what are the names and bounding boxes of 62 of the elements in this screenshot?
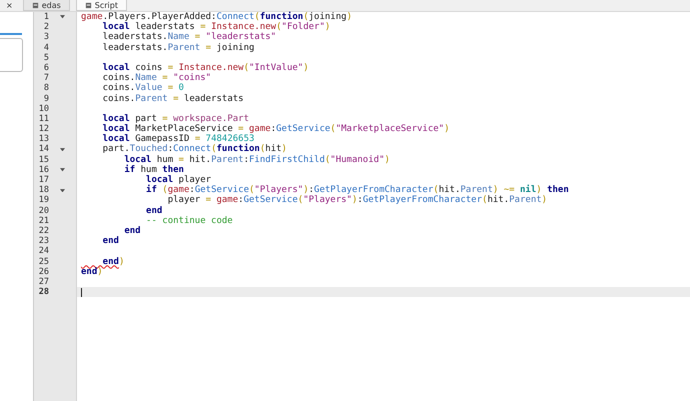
fold-arrow-icon[interactable] [60,15,65,19]
document-icon [84,2,92,8]
code-line: leaderstats.Name = "leaderstats" [102,32,276,43]
line-number: 9 [42,94,49,104]
line-number: 22 [38,226,49,236]
code-line: local hum = hit.Parent:FindFirstChild("Humanoid") [123,154,390,165]
code-line: if (game:GetService("Players"):GetPlayerFromCharacter(hit.Parent) ~= nil) then [145,185,569,196]
code-line: end [145,206,162,216]
line-number: 6 [42,62,49,74]
code-line: local coins = Instance.new("IntValue") [102,62,309,73]
line-number: 10 [38,104,49,114]
line-number: 7 [42,73,49,84]
code-line: -- continue code [145,216,233,226]
code-line: end [123,226,141,236]
line-number: 28 [38,287,49,298]
line-number: 18 [38,185,49,196]
code-line: local leaderstats = Instance.new("Folder") [102,22,330,32]
code-line: leaderstats.Parent = joining [102,42,254,53]
text-caret [81,288,82,297]
code-line: local player [145,175,212,185]
line-number: 21 [38,216,49,226]
line-number: 16 [38,164,49,175]
fold-arrow-icon[interactable] [60,188,65,192]
panel-frame [0,38,23,72]
line-number: 8 [42,83,49,94]
line-number: 24 [38,246,49,256]
line-number: 26 [38,266,49,277]
line-number: 5 [42,52,49,63]
line-number: 13 [38,134,49,144]
line-number: 3 [42,32,49,43]
code-line: end [102,236,119,246]
line-number: 1 [42,12,49,22]
code-line: coins.Parent = leaderstats [102,94,244,104]
code-line: part.Touched:Connect(function(hit) [102,144,287,155]
line-number: 23 [38,236,49,246]
line-number: 25 [38,256,49,267]
code-line: local MarketPlaceService = game:GetService("MarketplaceService") [102,124,450,134]
line-number: 15 [38,154,49,165]
line-number: 19 [38,195,49,206]
code-line: local GamepassID = 748426653 [102,134,254,144]
line-number: 17 [38,175,49,186]
code-line: coins.Name = "coins" [102,73,212,84]
line-number: 11 [38,114,49,124]
line-number: 20 [38,206,49,216]
line-number: 14 [38,144,49,155]
code-line: local part = workspace.Part [102,114,249,124]
fold-arrow-icon[interactable] [60,168,65,172]
line-number: 2 [42,22,49,32]
document-icon [32,2,39,8]
code-line: player = game:GetService("Players"):GetPlayerFromCharacter(hit.Parent) [166,195,548,206]
editor-tab[interactable]: Script [76,0,127,11]
code-line: end) [80,266,103,277]
line-number: 4 [42,42,49,53]
code-line: coins.Value = 0 [102,83,184,94]
fold-arrow-icon[interactable] [60,148,65,152]
code-line: if hum then [123,164,184,175]
editor-tab[interactable]: edas [22,0,70,11]
line-number: 12 [38,124,49,134]
code-line: end) [102,256,124,267]
code-line: game.Players.PlayerAdded:Connect(function(joining) [80,12,352,22]
close-tab-button[interactable]: × [0,0,17,11]
line-number: 27 [38,276,49,288]
